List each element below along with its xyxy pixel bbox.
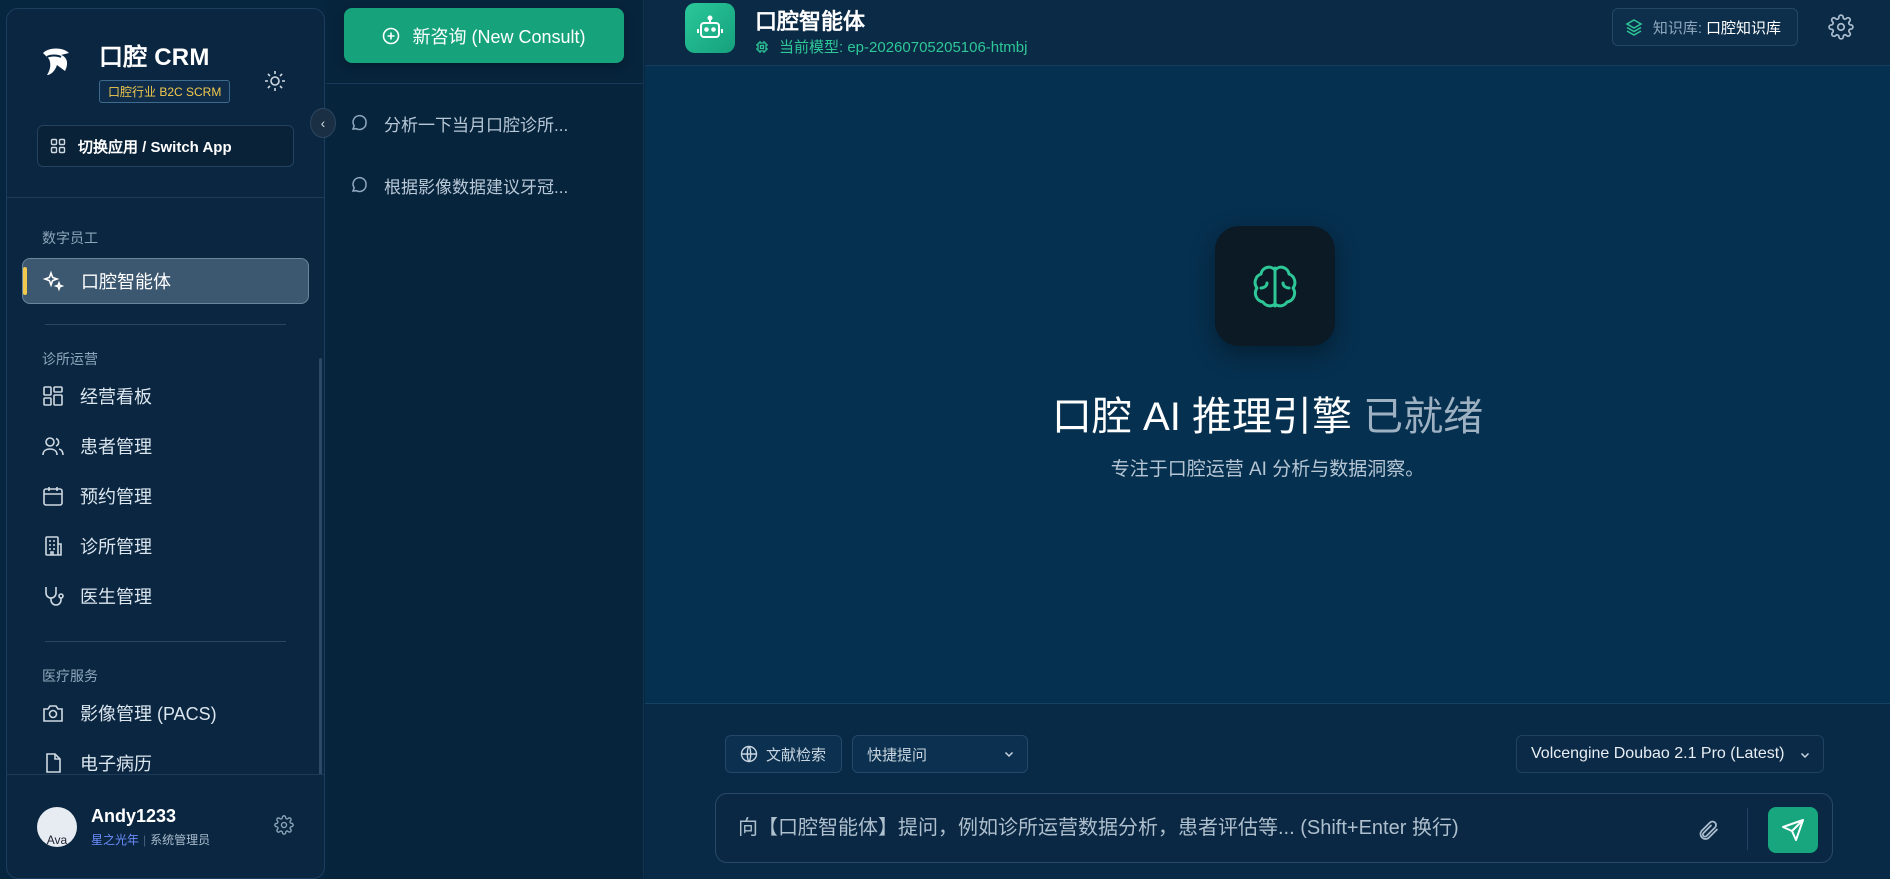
- dashboard-icon: [43, 386, 63, 406]
- chevron-down-icon: [1800, 752, 1810, 759]
- kb-key: 知识库:: [1652, 19, 1702, 37]
- sidebar-item-label: 预约管理: [80, 487, 152, 507]
- chat-input[interactable]: [738, 794, 1638, 862]
- sidebar-item-agent[interactable]: 口腔智能体: [22, 258, 309, 304]
- sidebar: 口腔 CRM 口腔行业 B2C SCRM 切换应用 / Switch App 数…: [6, 8, 325, 879]
- paperclip-icon[interactable]: [1696, 818, 1720, 842]
- history-item[interactable]: 分析一下当月口腔诊所...: [350, 108, 568, 138]
- sidebar-item-patients[interactable]: 患者管理: [22, 421, 309, 471]
- robot-icon: [685, 3, 735, 53]
- switch-app-label: 切换应用 / Switch App: [78, 138, 232, 156]
- avatar[interactable]: Ava: [37, 806, 77, 847]
- chat-bubble-icon: [351, 114, 367, 131]
- sidebar-item-label: 影像管理 (PACS): [80, 704, 217, 724]
- user-role: 系统管理员: [150, 832, 211, 847]
- history-panel: 新咨询 (New Consult) 分析一下当月口腔诊所... 根据影像数据建议…: [326, 0, 644, 879]
- literature-search-button[interactable]: 文献检索: [725, 735, 842, 773]
- hero-title-status: 已就绪: [1363, 395, 1484, 439]
- hero-title: 口腔 AI 推理引擎 已就绪: [645, 384, 1890, 442]
- current-model-label: 当前模型: ep-20260705205106-htmbj: [779, 39, 1028, 56]
- hero-title-main: 口腔 AI 推理引擎: [1051, 395, 1352, 439]
- top-bar: 口腔智能体 当前模型: ep-20260705205106-htmbj 知识库:…: [645, 0, 1890, 66]
- tooth-logo-icon: [43, 48, 69, 75]
- building-icon: [45, 536, 62, 556]
- knowledge-base-selector[interactable]: 知识库: 口腔知识库: [1611, 8, 1798, 46]
- sidebar-item-clinics[interactable]: 诊所管理: [22, 521, 309, 571]
- composer-area: 文献检索 快捷提问 Volcengine Doubao 2.1 Pro (Lat…: [645, 703, 1890, 879]
- user-sub-separator: |: [143, 832, 147, 847]
- plus-circle-icon: [383, 27, 400, 44]
- agent-title: 口腔智能体: [755, 9, 866, 34]
- brand-badge: 口腔行业 B2C SCRM: [99, 80, 231, 103]
- sidebar-item-label: 电子病历: [80, 754, 152, 774]
- quick-ask-dropdown[interactable]: 快捷提问: [852, 735, 1028, 773]
- model-select[interactable]: Volcengine Doubao 2.1 Pro (Latest): [1516, 735, 1824, 773]
- user-name: Andy1233: [91, 805, 177, 826]
- history-item-label: 分析一下当月口腔诊所...: [384, 115, 569, 135]
- calendar-icon: [43, 487, 63, 506]
- sidebar-scrollbar[interactable]: [319, 358, 322, 774]
- user-profile: Ava Andy1233 星之光年 | 系统管理员: [7, 774, 324, 878]
- brain-icon: [1215, 226, 1335, 346]
- collapse-sidebar-button[interactable]: ‹: [310, 108, 336, 138]
- current-model: 当前模型: ep-20260705205106-htmbj: [755, 36, 1027, 57]
- section-medical: 医疗服务: [42, 668, 98, 684]
- section-digital-staff: 数字员工: [42, 230, 98, 246]
- sidebar-item-label: 经营看板: [80, 387, 152, 407]
- chat-input-box: [715, 793, 1833, 863]
- sidebar-item-appointments[interactable]: 预约管理: [22, 471, 309, 521]
- new-consult-button[interactable]: 新咨询 (New Consult): [344, 8, 624, 63]
- send-icon: [1782, 819, 1804, 841]
- brand: 口腔 CRM 口腔行业 B2C SCRM: [7, 9, 324, 119]
- sidebar-item-emr[interactable]: 电子病历: [22, 738, 309, 774]
- input-divider: [1747, 808, 1748, 850]
- quick-ask-label: 快捷提问: [867, 746, 928, 764]
- brand-title: 口腔 CRM: [99, 44, 210, 71]
- camera-icon: [43, 705, 63, 722]
- file-icon: [46, 753, 61, 773]
- history-item-label: 根据影像数据建议牙冠...: [384, 177, 569, 197]
- sidebar-item-label: 诊所管理: [80, 537, 152, 557]
- kb-value: 口腔知识库: [1705, 19, 1781, 37]
- sidebar-item-label: 口腔智能体: [81, 272, 171, 292]
- sidebar-item-dashboard[interactable]: 经营看板: [22, 371, 309, 421]
- sparkles-icon: [43, 270, 65, 292]
- app-root: 口腔 CRM 口腔行业 B2C SCRM 切换应用 / Switch App 数…: [0, 0, 1890, 879]
- history-divider: [326, 83, 643, 84]
- chip-icon: [756, 40, 768, 53]
- sidebar-item-label: 患者管理: [80, 437, 152, 457]
- sidebar-item-doctors[interactable]: 医生管理: [22, 571, 309, 621]
- users-icon: [42, 437, 64, 456]
- section-clinic-ops: 诊所运营: [42, 351, 98, 367]
- switch-app-button[interactable]: 切换应用 / Switch App: [37, 125, 294, 167]
- user-subtitle: 星之光年 | 系统管理员: [91, 831, 210, 848]
- grid-icon: [50, 138, 66, 154]
- literature-search-label: 文献检索: [766, 746, 827, 764]
- user-org: 星之光年: [91, 832, 140, 847]
- nav-divider: [45, 641, 286, 642]
- sidebar-item-label: 医生管理: [80, 587, 152, 607]
- gear-icon[interactable]: [274, 815, 294, 835]
- nav-divider: [45, 324, 286, 325]
- chevron-down-icon: [1004, 751, 1014, 758]
- hero-subtitle: 专注于口腔运营 AI 分析与数据洞察。: [1110, 459, 1425, 480]
- new-consult-label: 新咨询 (New Consult): [412, 26, 586, 47]
- main-panel: 口腔智能体 当前模型: ep-20260705205106-htmbj 知识库:…: [645, 0, 1890, 879]
- globe-icon: [740, 745, 758, 763]
- history-item[interactable]: 根据影像数据建议牙冠...: [350, 170, 568, 200]
- settings-gear-icon[interactable]: [1828, 14, 1854, 40]
- layers-icon: [1625, 19, 1643, 36]
- send-button[interactable]: [1768, 807, 1818, 853]
- sidebar-item-pacs[interactable]: 影像管理 (PACS): [22, 688, 309, 738]
- chat-bubble-icon: [351, 176, 367, 193]
- sun-icon[interactable]: [263, 69, 287, 93]
- stethoscope-icon: [45, 587, 64, 606]
- model-select-value: Volcengine Doubao 2.1 Pro (Latest): [1531, 745, 1785, 762]
- sidebar-nav: 数字员工 口腔智能体 诊所运营 经营看板 患者管理 预约管理 诊所管理 医生管理…: [7, 198, 324, 774]
